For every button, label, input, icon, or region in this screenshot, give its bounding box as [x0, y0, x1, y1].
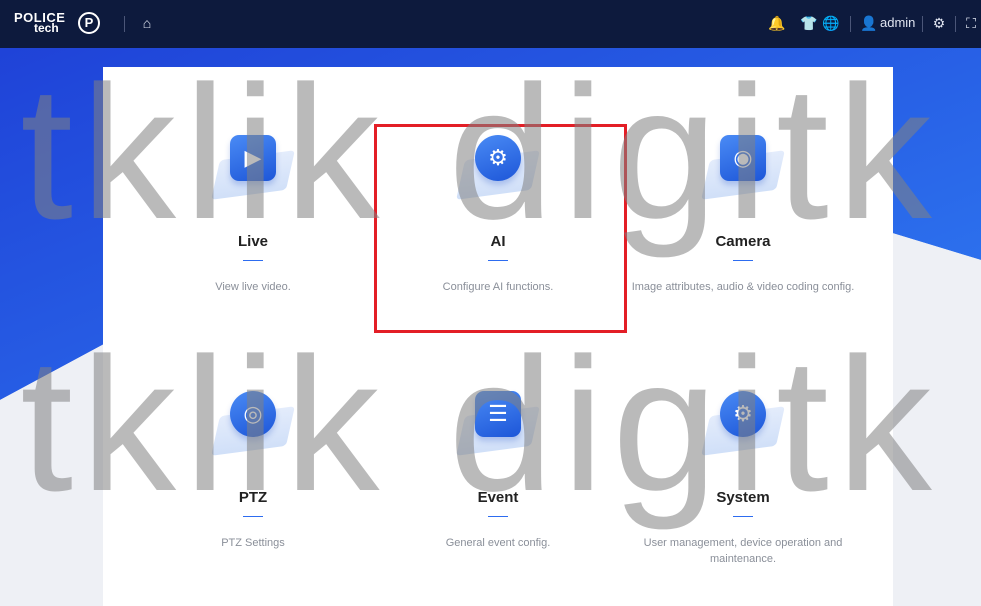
- tile-title: Live: [237, 233, 268, 250]
- menu-tile-event[interactable]: ☰ Event General event config.: [375, 383, 621, 551]
- live-video-icon: ▶: [230, 135, 276, 181]
- menu-tile-system[interactable]: ⚙ System User management, device operati…: [620, 383, 866, 567]
- user-icon[interactable]: 👤: [860, 12, 878, 34]
- tile-description: Image attributes, audio & video coding c…: [631, 281, 855, 293]
- tile-description: Configure AI functions.: [442, 281, 554, 293]
- tile-title: Camera: [715, 233, 771, 250]
- system-gear-icon: ⚙: [720, 391, 766, 437]
- brand-badge: P: [78, 12, 100, 34]
- globe-icon[interactable]: 🌐: [822, 12, 840, 34]
- title-underline: [733, 260, 753, 261]
- ptz-control-icon: ◎: [230, 391, 276, 437]
- menu-tile-ptz[interactable]: ◎ PTZ PTZ Settings: [130, 383, 376, 551]
- camera-icon: ◉: [720, 135, 766, 181]
- shirt-icon[interactable]: 👕: [800, 12, 818, 34]
- divider: [850, 16, 851, 32]
- divider: [922, 16, 923, 32]
- tile-description: View live video.: [215, 281, 291, 293]
- bell-icon[interactable]: 🔔: [768, 12, 786, 34]
- divider: [124, 16, 125, 32]
- tile-title: Event: [477, 489, 519, 506]
- fullscreen-icon[interactable]: ⛶: [962, 12, 980, 34]
- divider: [955, 16, 956, 32]
- menu-tile-live[interactable]: ▶ Live View live video.: [130, 127, 376, 295]
- tile-description: General event config.: [445, 537, 551, 549]
- tile-description: User management, device operation and ma…: [643, 537, 843, 565]
- tile-title: AI: [490, 233, 506, 250]
- brand-logo: POLICE tech: [14, 10, 66, 35]
- menu-tile-camera[interactable]: ◉ Camera Image attributes, audio & video…: [620, 127, 866, 295]
- title-underline: [488, 260, 508, 261]
- top-navigation-bar: POLICE tech P ⌂ 🔔 👕 🌐 👤 admin ⚙ ⛶: [0, 0, 981, 48]
- gear-icon[interactable]: ⚙: [930, 12, 948, 34]
- event-list-icon: ☰: [475, 391, 521, 437]
- user-name[interactable]: admin: [880, 12, 915, 34]
- tile-title: PTZ: [238, 489, 268, 506]
- title-underline: [243, 260, 263, 261]
- tile-title: System: [716, 489, 770, 506]
- ai-head-icon: ⚙: [475, 135, 521, 181]
- title-underline: [733, 516, 753, 517]
- title-underline: [488, 516, 508, 517]
- main-menu-card: ▶ Live View live video. ⚙ AI Configure A…: [103, 67, 893, 606]
- tile-description: PTZ Settings: [221, 537, 285, 549]
- menu-tile-ai[interactable]: ⚙ AI Configure AI functions.: [375, 127, 621, 295]
- home-icon[interactable]: ⌂: [138, 12, 156, 34]
- title-underline: [243, 516, 263, 517]
